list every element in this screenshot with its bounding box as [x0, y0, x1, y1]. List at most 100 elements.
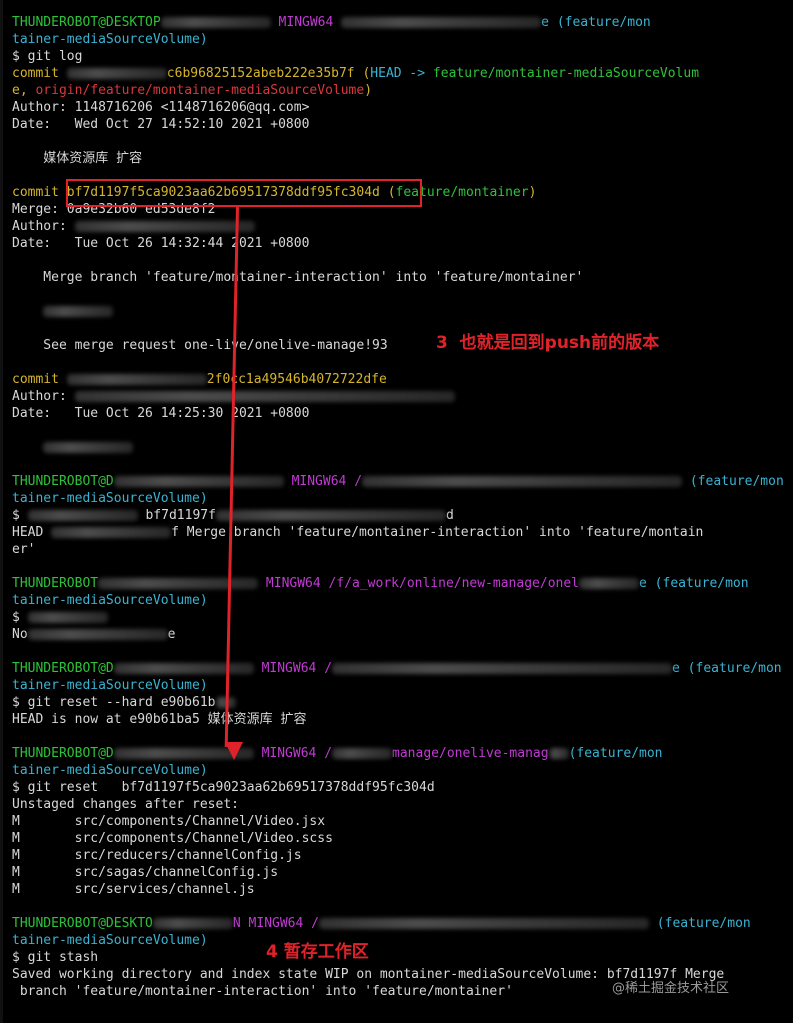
terminal-text-segment: Date: Tue Oct 26 14:32:44 2021 +0800	[12, 236, 310, 251]
redacted-text	[98, 578, 259, 589]
terminal-line: Author: 1148716206 <1148716206@qq.com>	[12, 99, 309, 116]
terminal-line: M src/services/channel.js	[12, 881, 255, 898]
terminal-text-segment: tainer-mediaSourceVolume)	[12, 763, 208, 778]
terminal-text-segment: MINGW64 /	[253, 661, 333, 676]
terminal-text-segment: (feature/mon	[568, 746, 663, 761]
terminal-line	[12, 439, 134, 456]
terminal-line: commit c6b96825152abeb222e35b7f (HEAD ->…	[12, 65, 699, 82]
annotation-note-4: 4 暂存工作区	[266, 942, 369, 962]
terminal-text-segment: f/a_work/online/new-manage/onel	[336, 576, 580, 591]
terminal-text-segment: tainer-mediaSourceVolume)	[12, 933, 208, 948]
terminal-line: HEAD is now at e90b61ba5 媒体资源库 扩容	[12, 711, 307, 728]
terminal-text-segment: c6b96825152abeb222e35b7f (	[166, 66, 371, 81]
redacted-text	[27, 612, 108, 623]
terminal-line: $	[12, 609, 108, 626]
terminal-line: $ bf7d1197f d	[12, 507, 454, 524]
terminal-text-segment: tainer-mediaSourceVolume)	[12, 32, 208, 47]
terminal-text-segment: $	[12, 508, 28, 523]
terminal-text-segment: THUNDEROBOT@DESKTO	[12, 916, 153, 931]
terminal-line: er'	[12, 541, 35, 558]
terminal-line: THUNDEROBOT@D MINGW64 / manage/onelive-ma…	[12, 745, 663, 762]
redacted-text	[27, 629, 168, 640]
terminal-text-segment: bf7d1197f	[137, 508, 216, 523]
redacted-text	[51, 527, 172, 538]
terminal-text-segment: M src/services/channel.js	[12, 882, 255, 897]
terminal-line: THUNDEROBOT@D MINGW64 / e (feature/mon	[12, 660, 782, 677]
redacted-text	[74, 221, 255, 232]
terminal-line: Date: Wed Oct 27 14:52:10 2021 +0800	[12, 116, 309, 133]
redacted-text	[215, 510, 446, 521]
terminal-text-segment: MINGW64 /	[253, 746, 333, 761]
terminal-line: $ git reset --hard e90b61b	[12, 694, 236, 711]
terminal-text-segment: THUNDEROBOT@D	[12, 661, 114, 676]
redacted-text	[318, 918, 649, 929]
terminal-line: branch 'feature/montainer-interaction' i…	[12, 983, 513, 1000]
terminal-text-segment: e (feature/mon	[672, 661, 782, 676]
terminal-text-segment: tainer-mediaSourceVolume)	[12, 678, 208, 693]
terminal-text-segment: Author: 1148716206 <1148716206@qq.com>	[12, 100, 310, 115]
terminal-line: See merge request one-live/onelive-manag…	[12, 337, 388, 354]
terminal-line: tainer-mediaSourceVolume)	[12, 592, 208, 609]
redacted-text	[66, 374, 207, 385]
terminal-line: M src/reducers/channelConfig.js	[12, 847, 302, 864]
terminal-text-segment: tainer-mediaSourceVolume)	[12, 491, 208, 506]
terminal-text-segment: $ git reset --hard e90b61b	[12, 695, 216, 710]
watermark: @稀土掘金技术社区	[612, 981, 730, 996]
terminal-line: tainer-mediaSourceVolume)	[12, 490, 208, 507]
redacted-text	[43, 306, 114, 317]
terminal-line: tainer-mediaSourceVolume)	[12, 762, 208, 779]
terminal-text-segment: e (feature/mon	[639, 576, 749, 591]
terminal-text-segment: Merge branch 'feature/montainer-interact…	[12, 270, 584, 285]
terminal-text-segment: commit	[12, 185, 67, 200]
terminal-text-segment: HEAD ->	[370, 66, 433, 81]
terminal-text-segment: See merge request one-live/onelive-manag…	[12, 338, 388, 353]
terminal-line: HEAD f Merge branch 'feature/montainer-i…	[12, 524, 703, 541]
terminal-line: e, origin/feature/montainer-mediaSourceV…	[12, 82, 372, 99]
terminal-text-segment: Unstaged changes after reset:	[12, 797, 239, 812]
terminal-line	[12, 303, 114, 320]
terminal-text-segment: THUNDEROBOT	[12, 576, 99, 591]
terminal-text-segment: MINGW64 /	[258, 576, 337, 591]
redacted-text	[113, 476, 284, 487]
redacted-text	[113, 663, 254, 674]
terminal-text-segment: Date: Tue Oct 26 14:25:30 2021 +0800	[12, 406, 310, 421]
terminal-text-segment: THUNDEROBOT@DESKTOP	[12, 15, 161, 30]
terminal-window[interactable]: THUNDEROBOT@DESKTOP MINGW64 e (feature/m…	[0, 0, 793, 1023]
terminal-text-segment: manage/onelive-manag	[392, 746, 549, 761]
redacted-text	[66, 68, 167, 79]
highlight-box-commit	[66, 179, 422, 207]
terminal-text-segment: M src/reducers/channelConfig.js	[12, 848, 302, 863]
terminal-line: No e	[12, 626, 175, 643]
terminal-text-segment: THUNDEROBOT@D	[12, 474, 114, 489]
redacted-text	[152, 918, 233, 929]
terminal-text-segment: feature/montainer-mediaSourceVolum	[432, 66, 700, 81]
terminal-text-segment: d	[445, 508, 454, 523]
terminal-line: tainer-mediaSourceVolume)	[12, 677, 208, 694]
terminal-line: THUNDEROBOT MINGW64 /f/a_work/online/new…	[12, 575, 749, 592]
terminal-text-segment: $ git stash	[12, 950, 99, 965]
terminal-text-segment: $ git reset bf7d1197f5ca9023aa62b6951737…	[12, 780, 435, 795]
redacted-text	[27, 510, 138, 521]
terminal-text-segment: Author:	[12, 389, 75, 404]
terminal-text-segment: M src/components/Channel/Video.jsx	[12, 814, 326, 829]
terminal-line: Merge branch 'feature/montainer-interact…	[12, 269, 583, 286]
terminal-text-segment: commit	[12, 372, 67, 387]
redacted-text	[74, 391, 455, 402]
redacted-text	[548, 748, 569, 759]
terminal-text-segment: Date: Wed Oct 27 14:52:10 2021 +0800	[12, 117, 310, 132]
terminal-text-segment: )	[364, 83, 373, 98]
terminal-line: $ git stash	[12, 949, 98, 966]
terminal-line: M src/components/Channel/Video.jsx	[12, 813, 325, 830]
terminal-line: Date: Tue Oct 26 14:32:44 2021 +0800	[12, 235, 309, 252]
terminal-line: tainer-mediaSourceVolume)	[12, 31, 208, 48]
terminal-text-segment: branch 'feature/montainer-interaction' i…	[12, 984, 513, 999]
terminal-text-segment: e (feature/mon	[541, 15, 651, 30]
terminal-line: Unstaged changes after reset:	[12, 796, 239, 813]
terminal-text-segment: tainer-mediaSourceVolume)	[12, 593, 208, 608]
terminal-line: tainer-mediaSourceVolume)	[12, 932, 208, 949]
terminal-text-segment: MINGW64 /	[283, 474, 363, 489]
terminal-text-segment: $ git log	[12, 49, 83, 64]
terminal-line: M src/components/Channel/Video.scss	[12, 830, 333, 847]
terminal-text-segment: MINGW64	[270, 15, 342, 30]
